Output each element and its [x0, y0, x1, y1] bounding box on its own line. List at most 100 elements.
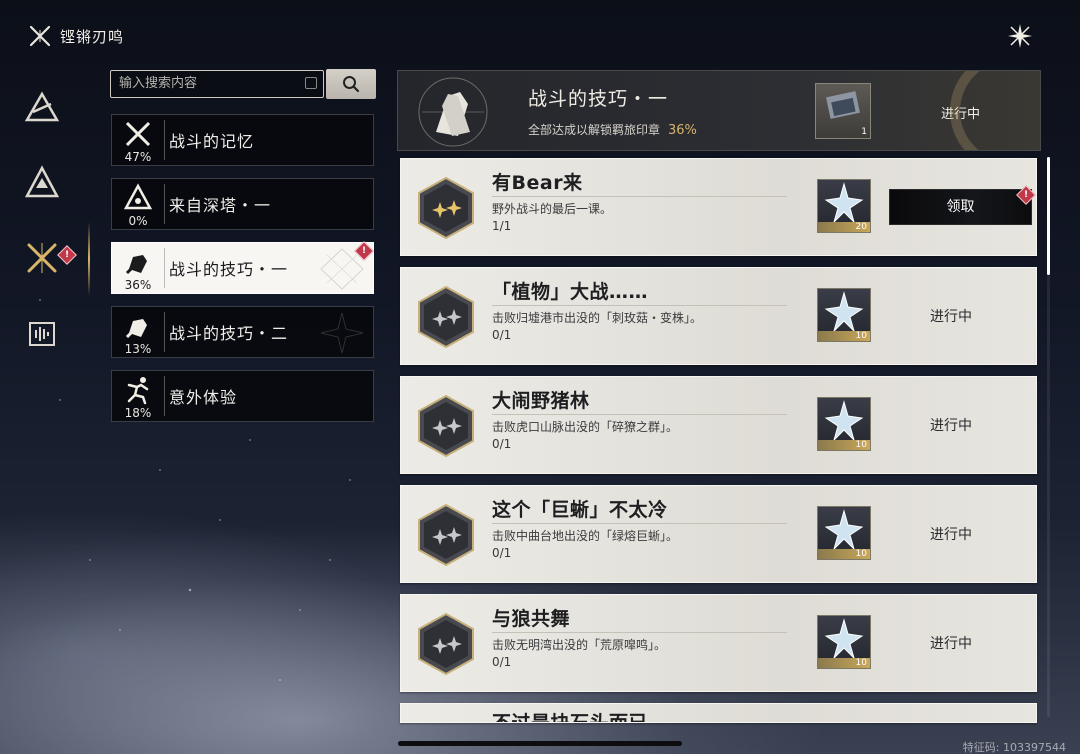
watermark-text: 特征码: 103397544	[962, 741, 1066, 754]
summary-subtitle: 全部达成以解锁羁旅印章 36%	[528, 121, 697, 138]
task-reward-count: 10	[855, 549, 867, 559]
app-title: 铿锵刃鸣	[60, 27, 125, 46]
task-title: 有Bear来	[492, 172, 583, 194]
task-progress: 0/1	[492, 437, 512, 451]
top-bar: 铿锵刃鸣	[28, 24, 124, 48]
home-indicator[interactable]	[398, 741, 682, 746]
category-item[interactable]: 47% 战斗的记忆	[111, 114, 374, 166]
badge-hexagon-icon	[418, 176, 474, 240]
task-title: 这个「巨蜥」不太冷	[492, 499, 668, 521]
task-status: 进行中	[930, 636, 972, 652]
tower-icon	[123, 183, 153, 210]
category-percent: 0%	[128, 214, 148, 228]
fist-icon	[125, 319, 147, 339]
fist-icon	[125, 255, 147, 275]
task-description: 击败归墟港市出没的「刺玫菇・变株」。	[492, 311, 703, 325]
search-icon	[343, 76, 360, 93]
summary-percent: 36%	[668, 123, 697, 138]
task-progress: 1/1	[492, 219, 512, 233]
category-label: 战斗的技巧・一	[169, 260, 289, 279]
task-card: 「植物」大战…… 击败归墟港市出没的「刺玫菇・变株」。 0/1 10 进行中	[400, 267, 1037, 365]
task-progress: 0/1	[492, 546, 512, 560]
category-percent: 47%	[124, 150, 152, 164]
category-item[interactable]: 0% 来自深塔・一	[111, 178, 374, 230]
category-label: 战斗的技巧・二	[169, 324, 289, 343]
star-crystal-icon	[824, 182, 864, 224]
decorative-ring	[950, 71, 1040, 150]
task-card: 有Bear来 野外战斗的最后一课。 1/1 20 领取	[400, 158, 1037, 256]
task-card: 这个「巨蜥」不太冷 击败中曲台地出没的「绿熔巨蜥」。 0/1 10 进行中	[400, 485, 1037, 583]
task-reward-item[interactable]: 10	[817, 397, 871, 451]
category-thumb: 36%	[112, 243, 164, 293]
category-item[interactable]: 18% 意外体验	[111, 370, 374, 422]
rail-tab-2[interactable]	[22, 162, 62, 202]
task-card: 与狼共舞 击败无明湾出没的「荒原噑鸣」。 0/1 10 进行中	[400, 594, 1037, 692]
task-reward-count: 10	[855, 331, 867, 341]
crossed-swords-icon	[27, 243, 57, 273]
task-reward-count: 20	[855, 222, 867, 232]
summary-reward-count: 1	[861, 127, 867, 137]
edit-icon	[305, 77, 317, 89]
task-status: 进行中	[930, 527, 972, 543]
task-title: 不过是块石头而已……	[492, 712, 688, 723]
summary-reward-item[interactable]: 1	[815, 83, 871, 139]
task-status: 进行中	[930, 418, 972, 434]
category-thumb: 13%	[112, 307, 164, 357]
task-card: 大闹野猪林 击败虎口山脉出没的「碎獠之群」。 0/1 10 进行中	[400, 376, 1037, 474]
task-progress: 0/1	[492, 655, 512, 669]
mountain-icon	[24, 165, 60, 198]
task-card-partial: 不过是块石头而已……	[400, 703, 1037, 723]
task-title: 大闹野猪林	[492, 390, 590, 412]
task-reward-count: 10	[855, 440, 867, 450]
rail-tab-4[interactable]	[22, 314, 62, 354]
handshake-emblem-icon	[398, 71, 508, 150]
decorative-star-icon	[320, 312, 364, 354]
task-reward-item[interactable]: 10	[817, 288, 871, 342]
badge-hexagon-icon	[418, 394, 474, 458]
task-reward-count: 10	[855, 658, 867, 668]
task-status: 进行中	[930, 309, 972, 325]
task-title: 与狼共舞	[492, 608, 571, 630]
crossed-swords-icon	[125, 121, 151, 147]
category-percent: 13%	[124, 342, 152, 356]
claim-button[interactable]: 领取	[889, 189, 1032, 225]
task-reward-item[interactable]: 10	[817, 506, 871, 560]
search-button[interactable]	[326, 69, 376, 99]
task-reward-item[interactable]: 20	[817, 179, 871, 233]
category-label: 意外体验	[169, 388, 238, 407]
scrollbar-thumb[interactable]	[1047, 157, 1050, 275]
category-percent: 18%	[124, 406, 152, 420]
summary-title: 战斗的技巧・一	[528, 88, 669, 110]
category-item-active[interactable]: 36% 战斗的技巧・一	[111, 242, 374, 294]
rail-tab-1[interactable]	[22, 88, 62, 128]
category-label: 战斗的记忆	[169, 132, 255, 151]
summary-subtitle-text: 全部达成以解锁羁旅印章	[528, 123, 661, 137]
star-crystal-icon	[824, 509, 864, 551]
task-description: 击败虎口山脉出没的「碎獠之群」。	[492, 420, 679, 434]
task-reward-item[interactable]: 10	[817, 615, 871, 669]
task-title: 「植物」大战……	[492, 281, 649, 303]
category-percent: 36%	[124, 278, 152, 292]
task-description: 击败中曲台地出没的「绿熔巨蜥」。	[492, 529, 679, 543]
triangle-emblem-icon	[24, 91, 60, 122]
search-input[interactable]: 输入搜索内容	[110, 70, 324, 98]
rail-tab-3-active[interactable]	[22, 238, 62, 278]
soundwave-icon	[29, 322, 55, 346]
category-thumb: 0%	[112, 179, 164, 229]
search-placeholder: 输入搜索内容	[119, 76, 198, 91]
rail-active-indicator	[88, 222, 90, 296]
running-figure-icon	[127, 377, 149, 405]
crossed-blades-icon	[29, 25, 51, 47]
task-description: 击败无明湾出没的「荒原噑鸣」。	[492, 638, 667, 652]
category-item[interactable]: 13% 战斗的技巧・二	[111, 306, 374, 358]
task-description: 野外战斗的最后一课。	[492, 202, 613, 216]
category-label: 来自深塔・一	[169, 196, 272, 215]
badge-hexagon-icon	[418, 285, 474, 349]
category-thumb: 18%	[112, 371, 164, 421]
badge-hexagon-icon	[418, 503, 474, 567]
star-crystal-icon	[824, 618, 864, 660]
close-icon[interactable]	[1006, 22, 1034, 50]
task-progress: 0/1	[492, 328, 512, 342]
category-thumb: 47%	[112, 115, 164, 165]
star-crystal-icon	[824, 291, 864, 333]
